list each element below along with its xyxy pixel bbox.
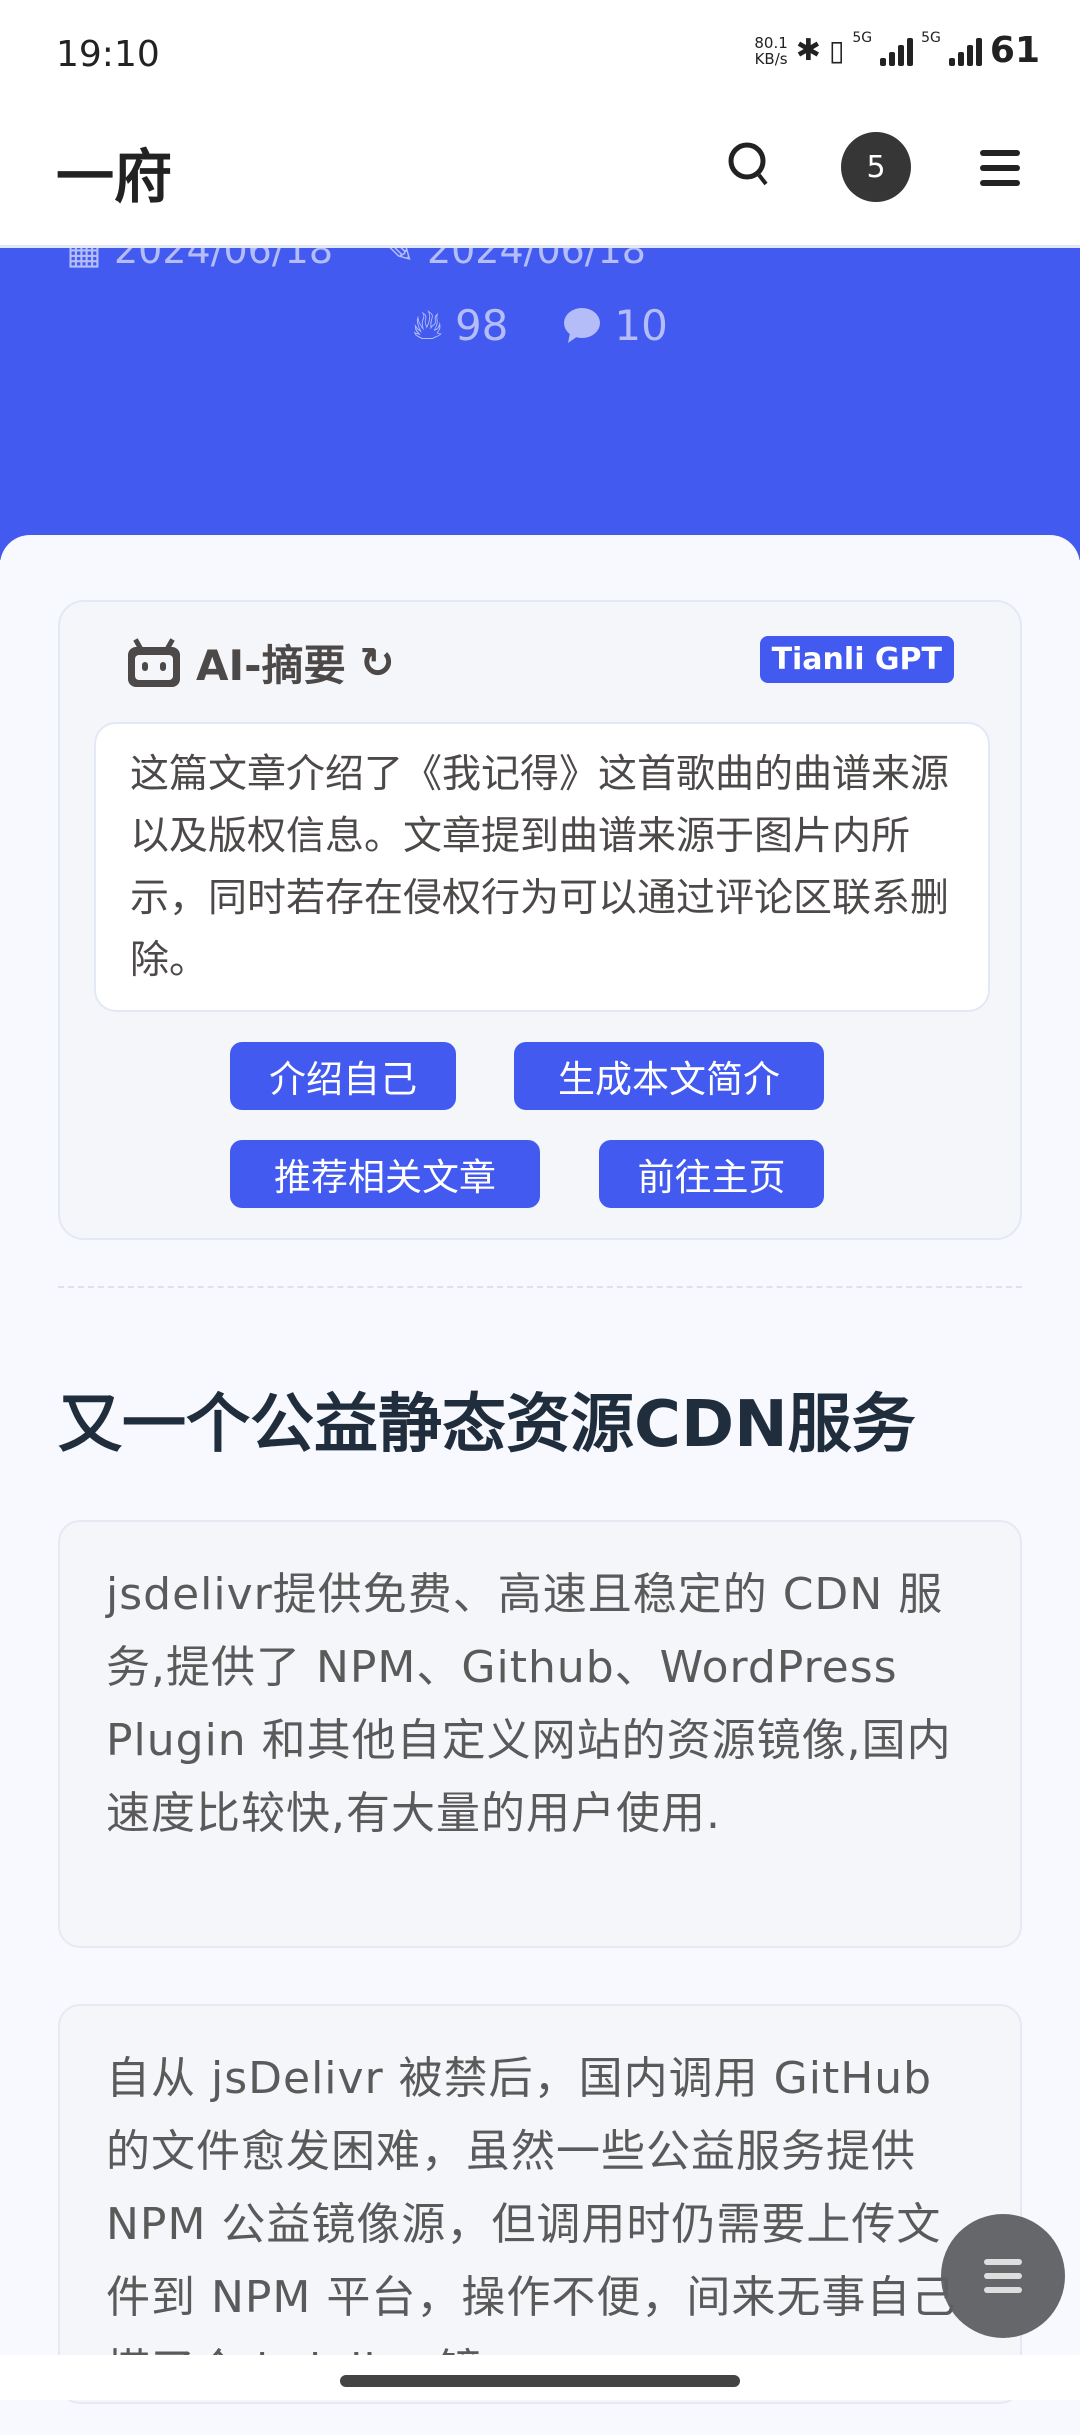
recommend-articles-button[interactable]: 推荐相关文章: [230, 1140, 540, 1208]
site-title[interactable]: 一府: [56, 130, 172, 214]
site-header: 一府 5: [0, 100, 1080, 248]
post-content: AI-摘要 ↻ Tianli GPT 这篇文章介绍了《我记得》这首歌曲的曲谱来源…: [0, 535, 1080, 2435]
post-hero: ▦ 2024/06/18 ✎ 2024/06/18 🔥︎ 98 10: [0, 200, 1080, 560]
floating-menu-button[interactable]: [941, 2214, 1065, 2338]
console-badge[interactable]: 5: [841, 132, 911, 202]
comments-count: 10: [614, 300, 668, 350]
generate-summary-button[interactable]: 生成本文简介: [514, 1042, 824, 1110]
system-nav-bar: [0, 2355, 1080, 2400]
blockquote: 自从 jsDelivr 被禁后，国内调用 GitHub 的文件愈发困难，虽然一些…: [58, 2004, 1022, 2404]
ai-summary-title: AI-摘要: [196, 641, 346, 690]
views-stat: 🔥︎ 98: [412, 300, 508, 350]
post-stats: 🔥︎ 98 10: [0, 300, 1080, 350]
fire-icon: 🔥︎: [412, 300, 443, 349]
comments-stat[interactable]: 10: [562, 300, 668, 350]
search-icon[interactable]: [726, 140, 776, 190]
ai-model-tag[interactable]: Tianli GPT: [759, 636, 954, 683]
ai-summary-card: AI-摘要 ↻ Tianli GPT 这篇文章介绍了《我记得》这首歌曲的曲谱来源…: [58, 600, 1022, 1240]
sim1-type: 5G: [852, 30, 873, 46]
signal-icon: [948, 36, 982, 66]
net-speed: 80.1 KB/s: [754, 35, 787, 67]
menu-icon[interactable]: [980, 150, 1020, 195]
sim2-type: 5G: [921, 30, 941, 46]
article-heading: 又一个公益静态资源CDN服务: [58, 1388, 916, 1462]
status-time: 19:10: [56, 34, 160, 75]
refresh-icon[interactable]: ↻: [360, 638, 395, 687]
comment-icon: [564, 308, 601, 343]
views-count: 98: [454, 300, 509, 350]
divider: [58, 1286, 1022, 1288]
vibrate-icon: ▯: [828, 34, 845, 67]
intro-self-button[interactable]: 介绍自己: [230, 1042, 456, 1110]
bluetooth-icon: ✱: [795, 33, 821, 68]
status-bar: 19:10 80.1 KB/s ✱ ▯ 5G 5G 61: [0, 0, 1080, 100]
ai-summary-text: 这篇文章介绍了《我记得》这首歌曲的曲谱来源以及版权信息。文章提到曲谱来源于图片内…: [94, 722, 990, 1012]
go-home-button[interactable]: 前往主页: [599, 1140, 824, 1208]
net-speed-value: 80.1: [754, 33, 788, 52]
battery-level: 61: [989, 30, 1040, 71]
home-gesture-handle[interactable]: [340, 2375, 740, 2387]
ai-summary-header: AI-摘要 ↻: [126, 632, 395, 693]
robot-icon: [128, 637, 180, 687]
blockquote: jsdelivr提供免费、高速且稳定的 CDN 服务,提供了 NPM、Githu…: [58, 1520, 1022, 1948]
net-speed-unit: KB/s: [754, 49, 788, 68]
signal-icon: [880, 36, 914, 66]
